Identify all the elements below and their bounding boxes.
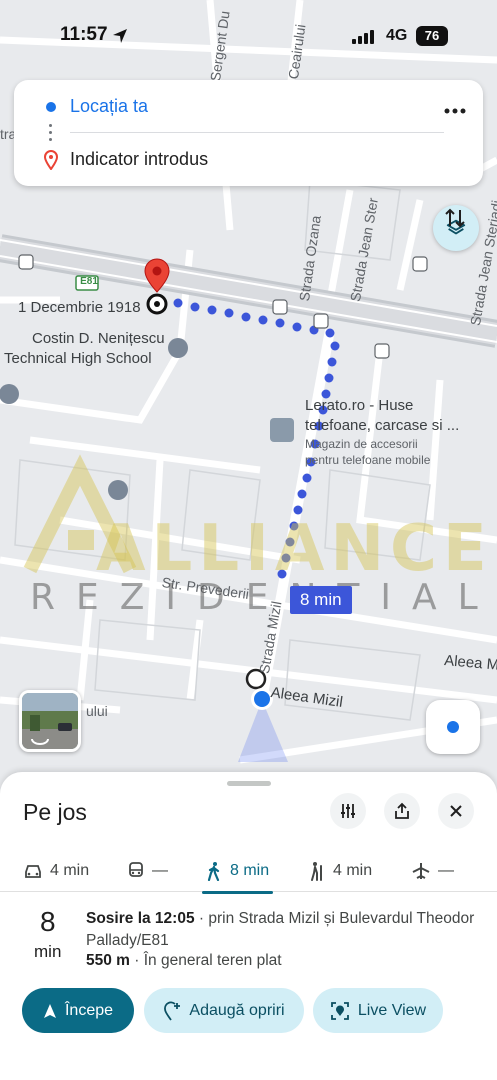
- tab-driving-label: 4 min: [50, 862, 90, 879]
- route-distance: 550 m: [86, 952, 130, 969]
- place-desc-shop: Magazin de accesorii: [305, 437, 418, 451]
- transit-icon: [129, 862, 143, 877]
- watermark-logo-text: ALLIANCE: [96, 512, 493, 586]
- ride-icon: [311, 862, 322, 881]
- street-view-thumbnail[interactable]: [19, 690, 81, 752]
- swap-icon[interactable]: [441, 204, 469, 232]
- tab-driving[interactable]: 4 min: [24, 856, 89, 886]
- place-label-decembrie[interactable]: 1 Decembrie 1918: [18, 299, 141, 316]
- sheet-drag-handle[interactable]: [227, 781, 271, 786]
- street-view-image: [22, 693, 78, 749]
- status-bar: 11:57 4G 76: [0, 22, 497, 52]
- route-options-button[interactable]: [330, 793, 366, 829]
- route-shield-e81: E81: [80, 276, 98, 287]
- place-label-school[interactable]: Costin D. Nenițescu: [32, 330, 165, 347]
- location-arrow-icon: [113, 29, 127, 43]
- route-summary: Sosire la 12:05 · prin Strada Mizil și B…: [86, 908, 486, 952]
- tab-transit-label: —: [152, 862, 168, 879]
- travel-mode-tabs: 4 min — 8 min 4 min —: [0, 846, 497, 894]
- tab-ride[interactable]: 4 min: [309, 856, 372, 886]
- arrival-time: Sosire la 12:05: [86, 910, 195, 927]
- start-button[interactable]: Începe: [22, 988, 134, 1033]
- signal-icon: [352, 30, 374, 44]
- tab-walking[interactable]: 8 min: [202, 856, 274, 894]
- route-details: 550 m · În general teren plat: [86, 952, 282, 970]
- destination-row[interactable]: Indicator introdus: [14, 140, 483, 228]
- share-icon: [395, 802, 409, 819]
- route-duration-unit: min: [34, 942, 62, 961]
- add-stop-icon: [164, 1001, 181, 1021]
- more-options-icon[interactable]: [441, 101, 469, 121]
- navigation-arrow-icon: [43, 1003, 56, 1018]
- active-tab-indicator: [202, 891, 274, 894]
- add-stops-button[interactable]: Adaugă opriri: [144, 988, 304, 1033]
- watermark-sub-text: REZIDENTIAL: [30, 577, 497, 618]
- tab-walking-label: 8 min: [230, 862, 270, 879]
- share-button[interactable]: [384, 793, 420, 829]
- route-duration-value: 8: [40, 906, 56, 937]
- destination-pin-icon: [43, 150, 59, 170]
- tab-ride-label: 4 min: [333, 862, 373, 879]
- my-location-icon: [447, 721, 459, 733]
- network-type: 4G: [386, 27, 408, 44]
- tab-transit[interactable]: —: [128, 856, 168, 886]
- origin-dot-icon: [46, 102, 56, 112]
- close-button[interactable]: [438, 793, 474, 829]
- place-label-school-2[interactable]: Technical High School: [4, 350, 152, 367]
- sheet-title: Pe jos: [23, 799, 87, 825]
- route-bottom-sheet[interactable]: Pe jos 4 min — 8 min 4 min — 8 min Sosir…: [0, 772, 497, 1080]
- origin-row[interactable]: Locația ta: [14, 87, 483, 127]
- place-label-shop-2[interactable]: telefoane, carcase si ...: [305, 417, 459, 434]
- directions-card: Locația ta Indicator introdus: [14, 80, 483, 228]
- start-button-label: Începe: [64, 1001, 114, 1019]
- live-view-label: Live View: [357, 1001, 427, 1019]
- tab-flights-label: —: [438, 862, 454, 879]
- add-stops-label: Adaugă opriri: [189, 1001, 285, 1019]
- flight-icon: [412, 863, 430, 879]
- divider: [70, 132, 444, 133]
- car-icon: [25, 865, 41, 878]
- my-location-button[interactable]: [426, 700, 480, 754]
- route-terrain: · În general teren plat: [129, 952, 282, 969]
- place-label-shop[interactable]: Lerato.ro - Huse: [305, 397, 413, 414]
- place-desc-shop-2: pentru telefoane mobile: [305, 453, 431, 467]
- status-time: 11:57: [60, 24, 108, 45]
- live-view-button[interactable]: Live View: [313, 988, 443, 1033]
- eta-badge: 8 min: [290, 586, 352, 614]
- destination-field[interactable]: Indicator introdus: [70, 149, 208, 170]
- tab-flights[interactable]: —: [412, 856, 454, 886]
- battery-level: 76: [416, 26, 448, 46]
- street-label: ului: [86, 703, 108, 719]
- origin-field[interactable]: Locația ta: [70, 96, 148, 117]
- close-icon: [450, 805, 462, 817]
- walk-icon: [207, 862, 220, 881]
- tune-icon: [341, 804, 355, 818]
- live-view-icon: [331, 1001, 349, 1020]
